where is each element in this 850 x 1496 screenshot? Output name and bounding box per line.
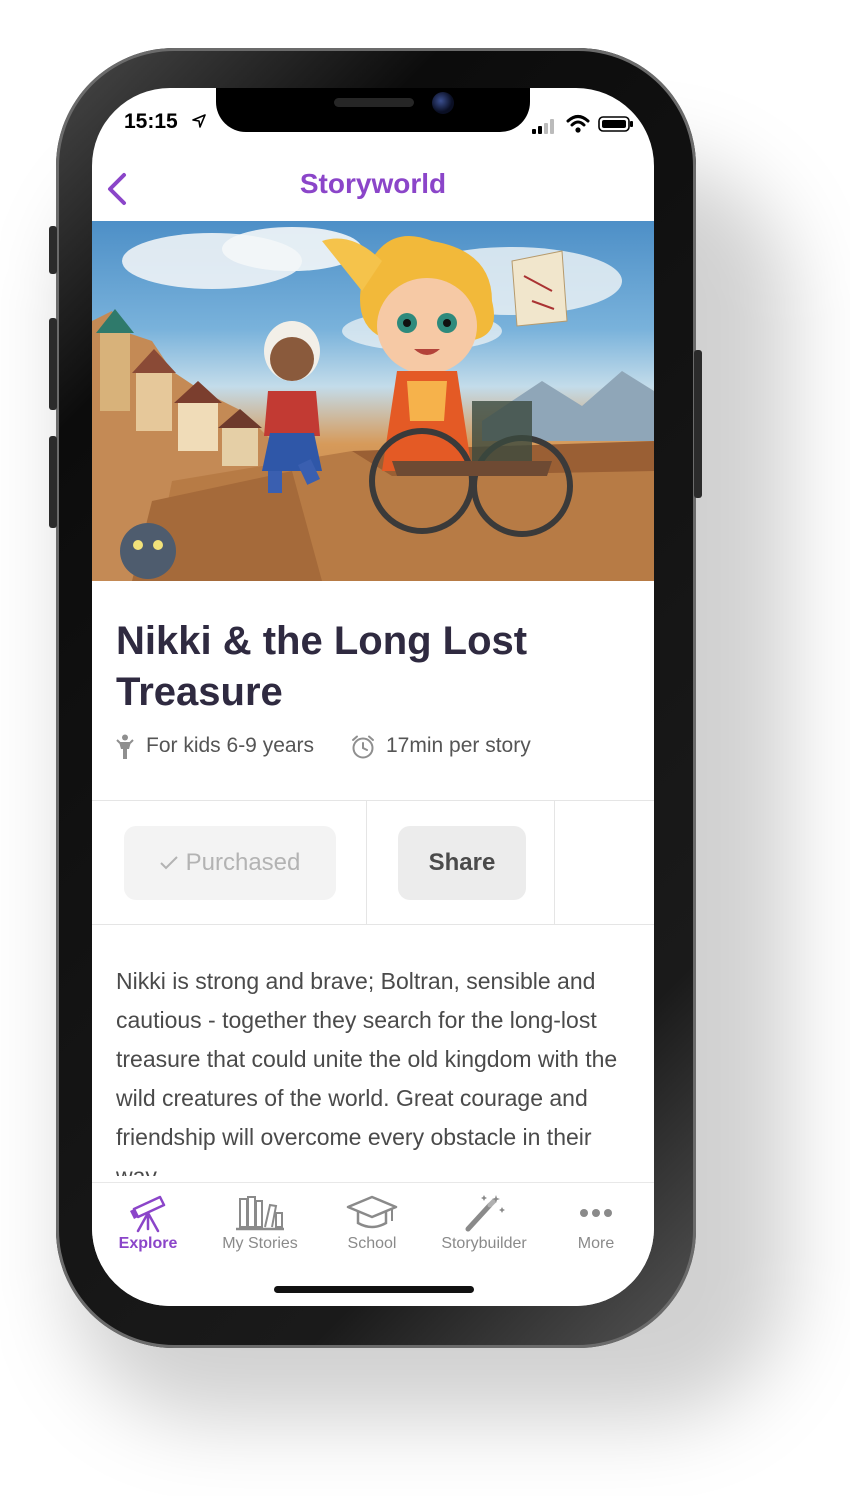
tab-label: More (577, 1235, 615, 1252)
location-arrow-icon (192, 114, 206, 128)
story-duration: 17min per story (386, 734, 531, 757)
tab-label: Storybuilder (441, 1235, 527, 1252)
share-label: Share (428, 849, 496, 876)
cellular-signal-icon (532, 119, 554, 134)
tab-label: Explore (118, 1235, 178, 1252)
child-figure-icon (116, 734, 134, 759)
tab-label: School (347, 1235, 397, 1252)
battery-icon (598, 116, 633, 132)
earpiece-speaker (334, 98, 414, 107)
section-divider (92, 924, 654, 925)
front-camera (432, 92, 454, 114)
action-separator (366, 800, 367, 924)
alarm-clock-icon (352, 735, 374, 759)
tab-storybuilder[interactable]: Storybuilder (428, 1193, 540, 1253)
home-indicator[interactable] (274, 1286, 474, 1293)
graduation-cap-icon (346, 1195, 398, 1229)
device-notch (216, 88, 530, 132)
tab-more[interactable]: More (540, 1193, 652, 1253)
page-title: Storyworld (299, 168, 447, 199)
checkmark-icon (159, 856, 178, 870)
volume-up-button (49, 318, 57, 410)
purchased-label: Purchased (185, 849, 301, 876)
app-screen: 15:15 Storyworld Nikki & the Long Lost T… (92, 88, 654, 1306)
mute-switch (49, 226, 57, 274)
magic-wand-icon (465, 1195, 505, 1232)
tab-label: My Stories (222, 1235, 298, 1252)
tab-explore[interactable]: Explore (92, 1193, 204, 1253)
cover-artwork (92, 227, 654, 581)
story-cover-illustration (92, 221, 654, 581)
story-description: Nikki is strong and brave; Boltran, sens… (116, 968, 618, 1176)
telescope-icon (130, 1195, 166, 1233)
more-dots-icon (580, 1209, 612, 1217)
tab-my-stories[interactable]: My Stories (204, 1193, 316, 1253)
volume-down-button (49, 436, 57, 528)
action-separator (554, 800, 555, 924)
story-title: Nikki & the Long Lost Treasure (116, 619, 528, 714)
share-button[interactable]: Share (398, 826, 526, 900)
power-button (694, 350, 702, 498)
wifi-icon (566, 115, 590, 133)
tab-school[interactable]: School (316, 1193, 428, 1253)
bookshelf-icon (236, 1196, 284, 1231)
status-time: 15:15 (124, 110, 178, 133)
age-range: For kids 6-9 years (146, 734, 315, 757)
purchased-button[interactable]: Purchased (124, 826, 336, 900)
section-divider (92, 800, 654, 801)
